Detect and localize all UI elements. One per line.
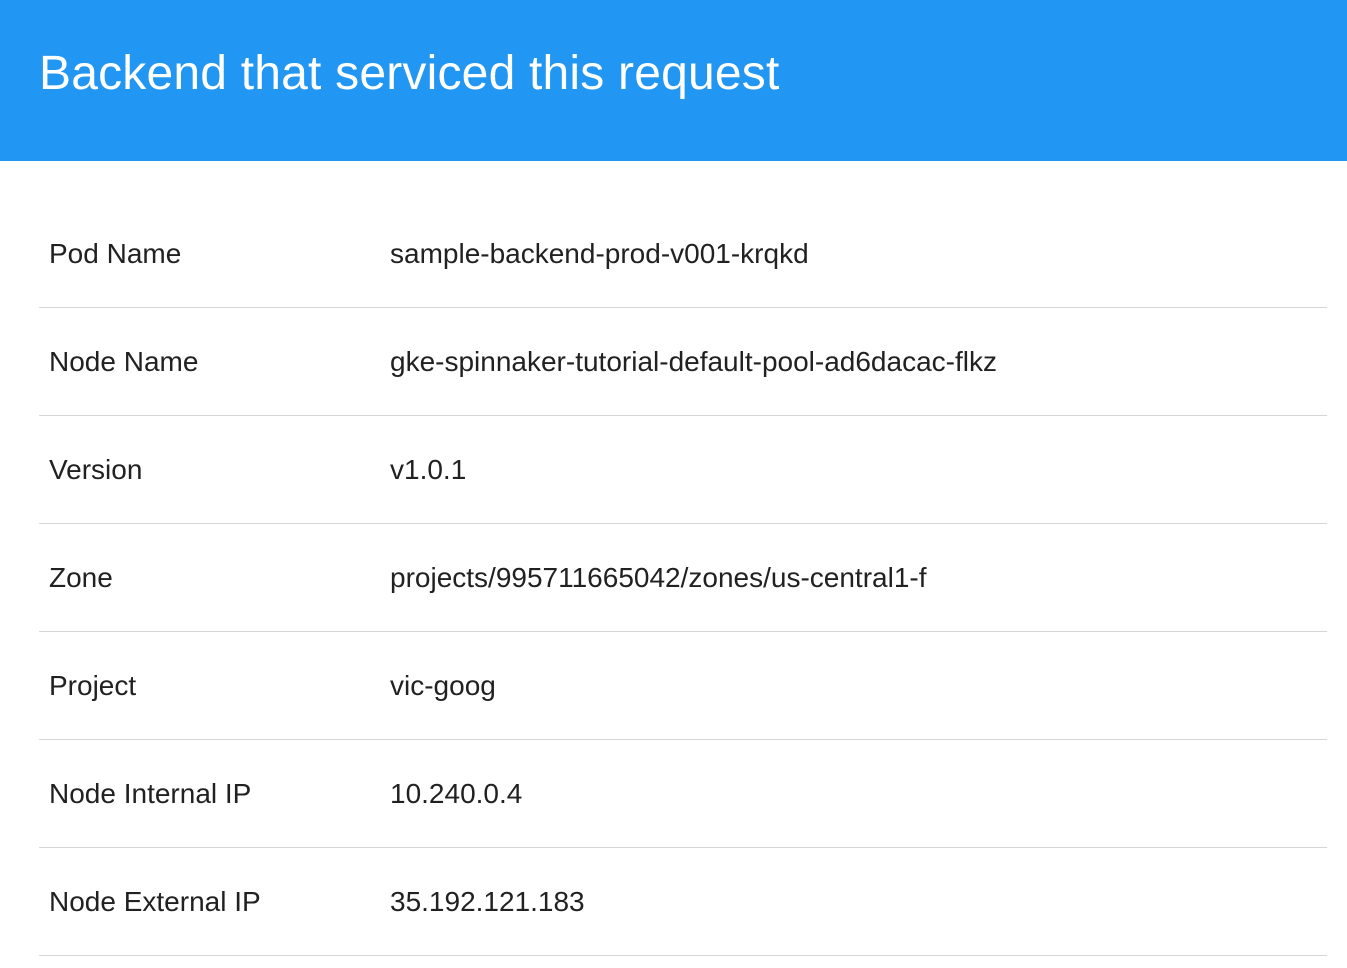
- node-name-value: gke-spinnaker-tutorial-default-pool-ad6d…: [390, 346, 997, 377]
- version-label: Version: [49, 454, 143, 485]
- zone-value: projects/995711665042/zones/us-central1-…: [390, 562, 927, 593]
- table-row: Pod Name sample-backend-prod-v001-krqkd: [39, 200, 1327, 308]
- project-value: vic-goog: [390, 670, 496, 701]
- details-table: Pod Name sample-backend-prod-v001-krqkd …: [39, 200, 1327, 956]
- node-internal-ip-value: 10.240.0.4: [390, 778, 523, 809]
- table-row: Node Internal IP 10.240.0.4: [39, 740, 1327, 848]
- node-external-ip-value: 35.192.121.183: [390, 886, 585, 917]
- node-internal-ip-label: Node Internal IP: [49, 778, 252, 809]
- table-row: Project vic-goog: [39, 632, 1327, 740]
- page-header: Backend that serviced this request: [0, 0, 1347, 161]
- zone-label: Zone: [49, 562, 113, 593]
- pod-name-value: sample-backend-prod-v001-krqkd: [390, 238, 809, 269]
- pod-name-label: Pod Name: [49, 238, 182, 269]
- project-label: Project: [49, 670, 137, 701]
- table-row: Node External IP 35.192.121.183: [39, 848, 1327, 956]
- table-row: Node Name gke-spinnaker-tutorial-default…: [39, 308, 1327, 416]
- version-value: v1.0.1: [390, 454, 467, 485]
- page-title: Backend that serviced this request: [39, 47, 780, 100]
- node-name-label: Node Name: [49, 346, 199, 377]
- table-row: Zone projects/995711665042/zones/us-cent…: [39, 524, 1327, 632]
- node-external-ip-label: Node External IP: [49, 886, 261, 917]
- backend-details: Pod Name sample-backend-prod-v001-krqkd …: [39, 200, 1327, 956]
- table-row: Version v1.0.1: [39, 416, 1327, 524]
